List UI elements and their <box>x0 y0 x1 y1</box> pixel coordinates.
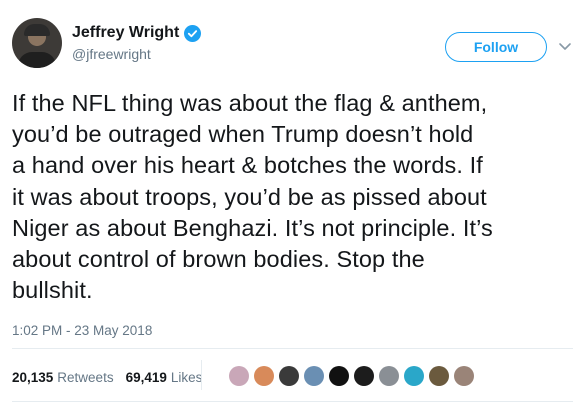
liker-avatar-1[interactable] <box>229 366 249 386</box>
liker-avatar-8[interactable] <box>404 366 424 386</box>
follow-button[interactable]: Follow <box>445 32 547 62</box>
likes-count: 69,419 <box>125 370 167 385</box>
liker-avatar-4[interactable] <box>304 366 324 386</box>
tweet-line: Niger as about Benghazi. It’s not princi… <box>12 214 493 241</box>
name-row: Jeffrey Wright <box>72 24 202 42</box>
liker-avatar-3[interactable] <box>279 366 299 386</box>
tweet-header: Jeffrey Wright @jfreewright Follow <box>12 16 575 74</box>
stats-separator <box>201 360 202 390</box>
retweets-label: Retweets <box>57 370 114 385</box>
tweet-line: If the NFL thing was about the flag & an… <box>12 90 488 116</box>
tweet-line: it was about troops, you’d be as pissed … <box>12 183 487 210</box>
author-avatar[interactable] <box>12 18 62 68</box>
tweet-stats: 20,135 Retweets 69,419 Likes <box>12 370 202 385</box>
liker-avatars <box>229 366 474 386</box>
tweet-timestamp[interactable]: 1:02 PM - 23 May 2018 <box>12 323 152 338</box>
verified-badge-icon <box>184 24 202 42</box>
tweet-line: bullshit. <box>12 277 93 304</box>
retweets-count: 20,135 <box>12 370 54 385</box>
avatar-shirt <box>18 52 56 68</box>
avatar-cap <box>24 24 50 36</box>
chevron-down-icon[interactable] <box>557 38 573 54</box>
liker-avatar-5[interactable] <box>329 366 349 386</box>
tweet-line: you’d be outraged when Trump doesn’t hol… <box>12 121 474 148</box>
liker-avatar-2[interactable] <box>254 366 274 386</box>
author-info: Jeffrey Wright @jfreewright <box>72 24 202 62</box>
tweet-line: a hand over his heart & botches the word… <box>12 152 483 179</box>
liker-avatar-7[interactable] <box>379 366 399 386</box>
retweets-stat[interactable]: 20,135 Retweets <box>12 370 114 385</box>
likes-label: Likes <box>170 370 203 385</box>
tweet-text: If the NFL thing was about the flag & an… <box>12 88 575 306</box>
liker-avatar-10[interactable] <box>454 366 474 386</box>
divider <box>12 348 573 349</box>
likes-stat[interactable]: 69,419 Likes <box>126 370 203 385</box>
author-display-name[interactable]: Jeffrey Wright <box>72 24 179 42</box>
author-handle[interactable]: @jfreewright <box>72 46 201 62</box>
liker-avatar-9[interactable] <box>429 366 449 386</box>
tweet-line: about control of brown bodies. Stop the <box>12 246 425 273</box>
liker-avatar-6[interactable] <box>354 366 374 386</box>
